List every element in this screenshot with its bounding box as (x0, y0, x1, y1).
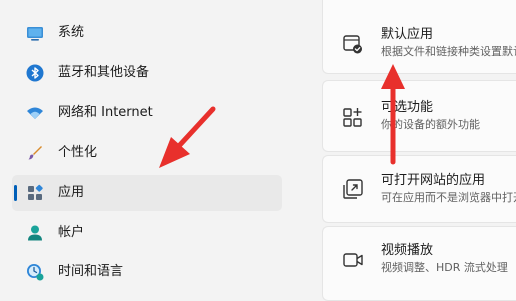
card-default-apps[interactable]: 默认应用 根据文件和链接种类设置默认 (322, 0, 516, 74)
sidebar-item-bluetooth[interactable]: 蓝牙和其他设备 (12, 55, 282, 91)
monitor-icon (25, 23, 45, 43)
sidebar-item-label: 帐户 (58, 225, 85, 240)
account-icon (25, 223, 45, 243)
wifi-icon (25, 103, 45, 123)
optional-features-icon (342, 106, 364, 128)
card-subtitle: 根据文件和链接种类设置默认 (381, 45, 516, 58)
card-optional-features[interactable]: 可选功能 你的设备的额外功能 (322, 80, 516, 152)
sidebar-item-network[interactable]: 网络和 Internet (12, 95, 282, 131)
apps-icon (25, 183, 45, 203)
sidebar-item-label: 系统 (58, 25, 85, 40)
sidebar-item-label: 应用 (58, 185, 85, 200)
sidebar-item-apps[interactable]: 应用 (12, 175, 282, 211)
card-title: 默认应用 (381, 27, 434, 42)
clock-globe-icon (25, 262, 45, 282)
sidebar-item-label: 个性化 (58, 145, 98, 160)
default-apps-icon (342, 33, 364, 55)
selection-indicator (14, 185, 17, 201)
sidebar-item-time-language[interactable]: 时间和语言 (12, 254, 282, 290)
sidebar-item-accounts[interactable]: 帐户 (12, 215, 282, 251)
sidebar-item-label: 网络和 Internet (58, 105, 153, 120)
bluetooth-icon (25, 63, 45, 83)
apps-settings-list: 默认应用 根据文件和链接种类设置默认 可选功能 你的设备的额外功能 可打开网站的… (322, 0, 516, 301)
card-subtitle: 可在应用而不是浏览器中打开 (381, 191, 516, 204)
card-apps-for-websites[interactable]: 可打开网站的应用 可在应用而不是浏览器中打开 (322, 155, 516, 223)
sidebar-item-personalization[interactable]: 个性化 (12, 135, 282, 171)
sidebar-item-system[interactable]: 系统 (12, 15, 282, 51)
annotation-arrow-to-apps (159, 106, 216, 168)
card-video-playback[interactable]: 视频播放 视频调整、HDR 流式处理 (322, 226, 516, 301)
sidebar-item-label: 时间和语言 (58, 264, 124, 279)
apps-for-websites-icon (342, 178, 364, 200)
video-camera-icon (342, 249, 364, 271)
annotation-arrow-to-default-apps (381, 64, 405, 165)
card-subtitle: 视频调整、HDR 流式处理 (381, 261, 508, 274)
sidebar-item-label: 蓝牙和其他设备 (58, 65, 150, 80)
card-title: 可打开网站的应用 (381, 173, 486, 188)
card-title: 视频播放 (381, 243, 434, 258)
brush-icon (25, 143, 45, 163)
